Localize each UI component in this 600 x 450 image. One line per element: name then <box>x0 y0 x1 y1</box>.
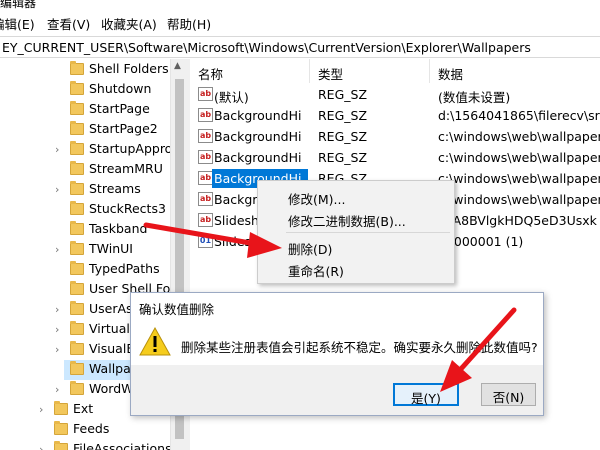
folder-icon <box>70 301 84 315</box>
list-item[interactable]: ab (默认) REG_SZ (数值未设置) <box>190 84 600 105</box>
folder-icon <box>70 361 84 375</box>
no-button[interactable]: 否(N) <box>481 383 536 406</box>
menu-item-delete[interactable]: 删除(D) <box>258 235 454 257</box>
folder-icon <box>70 201 84 215</box>
folder-icon <box>54 421 68 435</box>
tree-item-feeds[interactable]: Feeds <box>0 420 170 440</box>
chevron-right-icon[interactable]: › <box>55 323 65 336</box>
string-value-icon: ab <box>198 171 213 185</box>
chevron-right-icon[interactable]: › <box>55 243 65 256</box>
warning-icon <box>139 327 171 356</box>
folder-icon <box>70 381 84 395</box>
folder-icon <box>70 321 84 335</box>
list-item[interactable]: ab BackgroundHi REG_SZ d:\1564041865\fil… <box>190 105 600 126</box>
scroll-up-icon[interactable]: ▲ <box>174 61 181 71</box>
address-bar[interactable]: EY_CURRENT_USER\Software\Microsoft\Windo… <box>0 36 600 58</box>
chevron-right-icon[interactable]: › <box>55 303 65 316</box>
menu-separator <box>286 232 450 233</box>
menu-item-modify-binary[interactable]: 修改二进制数据(B)... <box>258 207 454 229</box>
string-value-icon: ab <box>198 108 213 122</box>
menu-help[interactable]: 帮助(H) <box>167 14 211 33</box>
tree-item-stuckrects3[interactable]: StuckRects3 <box>0 200 170 220</box>
string-value-icon: ab <box>198 129 213 143</box>
chevron-right-icon[interactable]: › <box>55 143 65 156</box>
tree-item-startupappro[interactable]: › StartupAppro <box>0 140 172 160</box>
folder-icon <box>70 221 84 235</box>
chevron-right-icon[interactable]: › <box>55 383 65 396</box>
tree-item-taskband[interactable]: Taskband <box>0 220 170 240</box>
folder-icon <box>70 121 84 135</box>
title-bar: 编辑器 <box>0 0 600 10</box>
tree-item-startpage2[interactable]: StartPage2 <box>0 120 170 140</box>
dialog-title: 确认数值删除 <box>139 302 215 317</box>
column-header-type[interactable]: 类型 <box>310 59 430 83</box>
folder-icon <box>70 161 84 175</box>
yes-button[interactable]: 是(Y) <box>393 383 459 406</box>
dialog-message: 删除某些注册表值会引起系统不稳定。确实要永久删除此数值吗? <box>181 340 538 355</box>
column-header-name[interactable]: 名称 <box>190 59 310 83</box>
tree-item-fileassociations[interactable]: › FileAssociations <box>0 440 172 450</box>
window-title: 编辑器 <box>0 0 37 10</box>
menu-edit[interactable]: 编辑(E) <box>0 14 35 33</box>
tree-item-startpage[interactable]: StartPage <box>0 100 170 120</box>
menu-bar: 编辑(E) 查看(V) 收藏夹(A) 帮助(H) <box>0 11 600 35</box>
folder-icon <box>70 341 84 355</box>
folder-icon <box>70 181 84 195</box>
tree-item-streams[interactable]: › Streams <box>0 180 170 200</box>
string-value-icon: ab <box>198 192 213 206</box>
folder-icon <box>70 81 84 95</box>
folder-icon <box>70 261 84 275</box>
menu-favorites[interactable]: 收藏夹(A) <box>101 14 157 33</box>
list-item[interactable]: ab BackgroundHi REG_SZ c:\windows\web\wa… <box>190 147 600 168</box>
list-item[interactable]: ab BackgroundHi REG_SZ c:\windows\web\wa… <box>190 126 600 147</box>
string-value-icon: ab <box>198 87 213 101</box>
tree-item-shutdown[interactable]: Shutdown <box>0 80 170 100</box>
string-value-icon: ab <box>198 150 213 164</box>
chevron-right-icon[interactable]: › <box>39 443 49 450</box>
tree-item-typedpaths[interactable]: TypedPaths <box>0 260 170 280</box>
folder-icon <box>70 141 84 155</box>
folder-icon <box>54 401 68 415</box>
menu-item-modify[interactable]: 修改(M)... <box>258 185 454 207</box>
folder-icon <box>70 241 84 255</box>
tree-item-shell-folders[interactable]: Shell Folders <box>0 60 170 80</box>
tree-item-streammru[interactable]: StreamMRU <box>0 160 170 180</box>
menu-view[interactable]: 查看(V) <box>47 14 90 33</box>
binary-value-icon: 01 <box>198 234 213 248</box>
column-header-data[interactable]: 数据 <box>430 59 600 83</box>
tree-item-twinui[interactable]: › TWinUI <box>0 240 170 260</box>
folder-icon <box>70 101 84 115</box>
string-value-icon: ab <box>198 213 213 227</box>
registry-path: EY_CURRENT_USER\Software\Microsoft\Windo… <box>2 40 531 55</box>
context-menu: 修改(M)... 修改二进制数据(B)... 删除(D) 重命名(R) <box>257 180 455 284</box>
chevron-right-icon[interactable]: › <box>55 343 65 356</box>
folder-icon <box>70 61 84 75</box>
chevron-right-icon[interactable]: › <box>39 403 49 416</box>
folder-icon <box>54 441 68 450</box>
menu-item-rename[interactable]: 重命名(R) <box>258 257 454 279</box>
folder-icon <box>70 281 84 295</box>
chevron-right-icon[interactable]: › <box>55 183 65 196</box>
confirm-delete-dialog: 确认数值删除 删除某些注册表值会引起系统不稳定。确实要永久删除此数值吗? 是(Y… <box>130 292 544 416</box>
